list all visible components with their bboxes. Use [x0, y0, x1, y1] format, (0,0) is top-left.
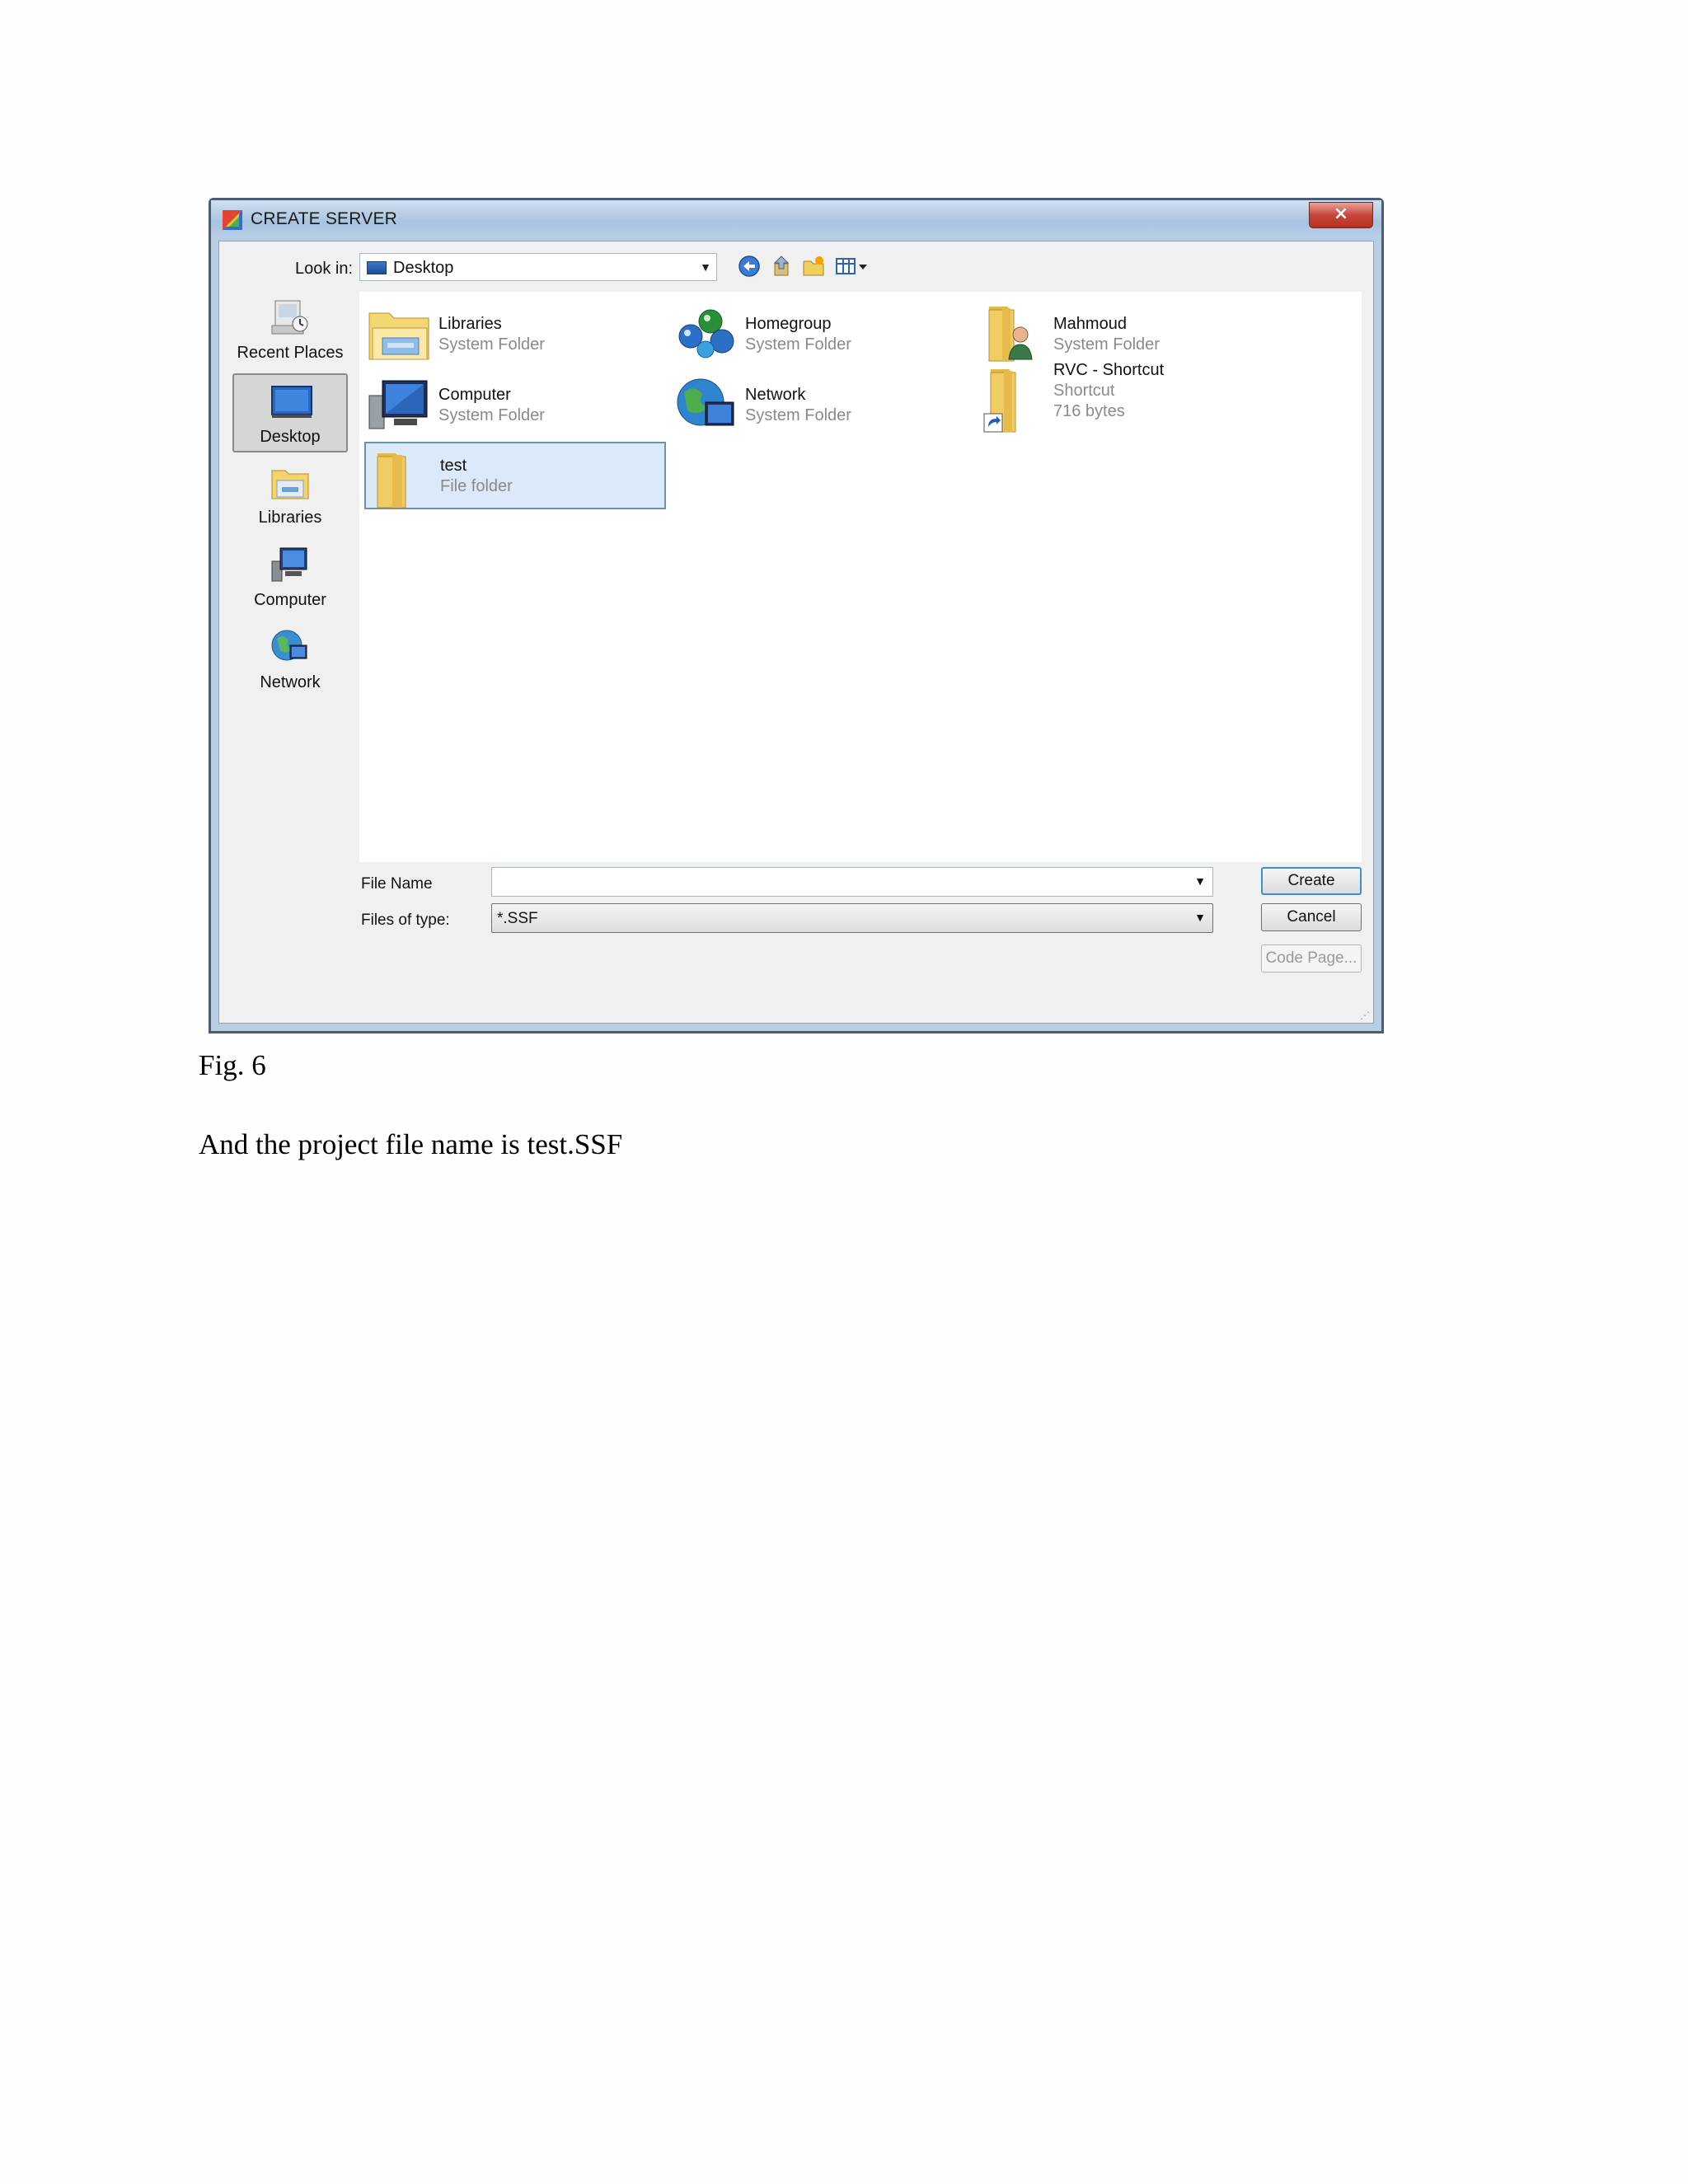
back-icon[interactable]: [737, 254, 762, 279]
place-label: Recent Places: [237, 344, 344, 362]
computer-icon: [271, 547, 307, 582]
dialog-client-area: Look in: Desktop ▼ Recent Places Desktop…: [218, 241, 1374, 1024]
place-recent-places[interactable]: Recent Places: [232, 291, 348, 370]
resize-grip-icon[interactable]: ⋰: [1360, 1010, 1370, 1021]
file-type: System Folder: [438, 406, 545, 424]
file-name-input[interactable]: ▼: [491, 867, 1213, 897]
file-name: Mahmoud: [1053, 315, 1127, 333]
chevron-down-icon[interactable]: ▼: [1194, 874, 1206, 888]
desktop-icon: [367, 261, 387, 274]
file-name: test: [440, 457, 467, 475]
file-name: Computer: [438, 386, 511, 404]
file-name: Libraries: [438, 315, 502, 333]
look-in-value: Desktop: [393, 259, 454, 277]
file-type: System Folder: [1053, 335, 1160, 354]
file-name: Homegroup: [745, 315, 832, 333]
file-type: System Folder: [745, 335, 851, 354]
place-computer[interactable]: Computer: [232, 538, 348, 617]
create-button[interactable]: Create: [1261, 867, 1362, 895]
window-title: CREATE SERVER: [251, 209, 398, 228]
folder-icon: [377, 453, 406, 509]
chevron-down-icon: ▼: [1194, 911, 1206, 924]
close-icon: ×: [1333, 204, 1349, 224]
file-item-computer[interactable]: Computer System Folder: [363, 368, 664, 437]
look-in-label: Look in:: [295, 260, 354, 278]
places-bar: Recent Places Desktop Libraries Computer…: [219, 288, 351, 1003]
file-item-homegroup[interactable]: Homegroup System Folder: [669, 297, 971, 366]
file-type: System Folder: [745, 406, 851, 424]
place-label: Desktop: [260, 428, 321, 446]
file-item-rvc-shortcut[interactable]: RVC - Shortcut Shortcut 716 bytes: [978, 353, 1279, 443]
dialog-window: CREATE SERVER × Look in: Desktop ▼ Recen…: [209, 198, 1384, 1033]
files-of-type-value: *.SSF: [497, 910, 538, 927]
place-network[interactable]: Network: [232, 621, 348, 700]
file-type: File folder: [440, 477, 513, 495]
file-type: Shortcut: [1053, 382, 1115, 400]
shortcut-folder-icon: [983, 369, 1016, 433]
place-desktop[interactable]: Desktop: [232, 373, 348, 452]
figure-caption: Fig. 6: [199, 1049, 266, 1081]
chevron-down-icon: ▼: [700, 260, 711, 274]
place-label: Network: [260, 673, 321, 691]
code-page-button[interactable]: Code Page...: [1261, 944, 1362, 972]
file-name: Network: [745, 386, 806, 404]
new-folder-icon[interactable]: [801, 254, 826, 279]
files-of-type-dropdown[interactable]: *.SSF ▼: [491, 903, 1213, 933]
recent-places-icon: [271, 300, 308, 335]
libraries-icon: [368, 312, 429, 360]
place-libraries[interactable]: Libraries: [232, 456, 348, 535]
libraries-icon: [271, 470, 309, 499]
look-in-dropdown[interactable]: Desktop ▼: [359, 253, 717, 281]
file-size: 716 bytes: [1053, 402, 1125, 420]
file-name-label: File Name: [361, 875, 433, 893]
close-button[interactable]: ×: [1309, 202, 1373, 228]
body-paragraph: And the project file name is test.SSF: [199, 1128, 623, 1160]
file-list[interactable]: Libraries System Folder Homegroup System…: [359, 292, 1362, 862]
views-icon[interactable]: [834, 254, 870, 279]
network-icon: [271, 630, 307, 661]
desktop-icon: [271, 386, 312, 418]
homegroup-icon: [678, 309, 734, 359]
place-label: Computer: [254, 591, 326, 609]
app-icon: [223, 210, 242, 230]
files-of-type-label: Files of type:: [361, 912, 450, 929]
file-item-network[interactable]: Network System Folder: [669, 368, 971, 437]
file-item-libraries[interactable]: Libraries System Folder: [363, 297, 664, 366]
computer-icon: [368, 380, 428, 429]
file-item-test[interactable]: test File folder: [364, 442, 666, 509]
network-icon: [677, 378, 734, 426]
place-label: Libraries: [258, 509, 322, 527]
up-folder-icon[interactable]: [770, 254, 795, 279]
cancel-button[interactable]: Cancel: [1261, 903, 1362, 931]
file-type: System Folder: [438, 335, 545, 354]
file-name: RVC - Shortcut: [1053, 361, 1165, 379]
title-bar[interactable]: CREATE SERVER ×: [211, 200, 1381, 237]
